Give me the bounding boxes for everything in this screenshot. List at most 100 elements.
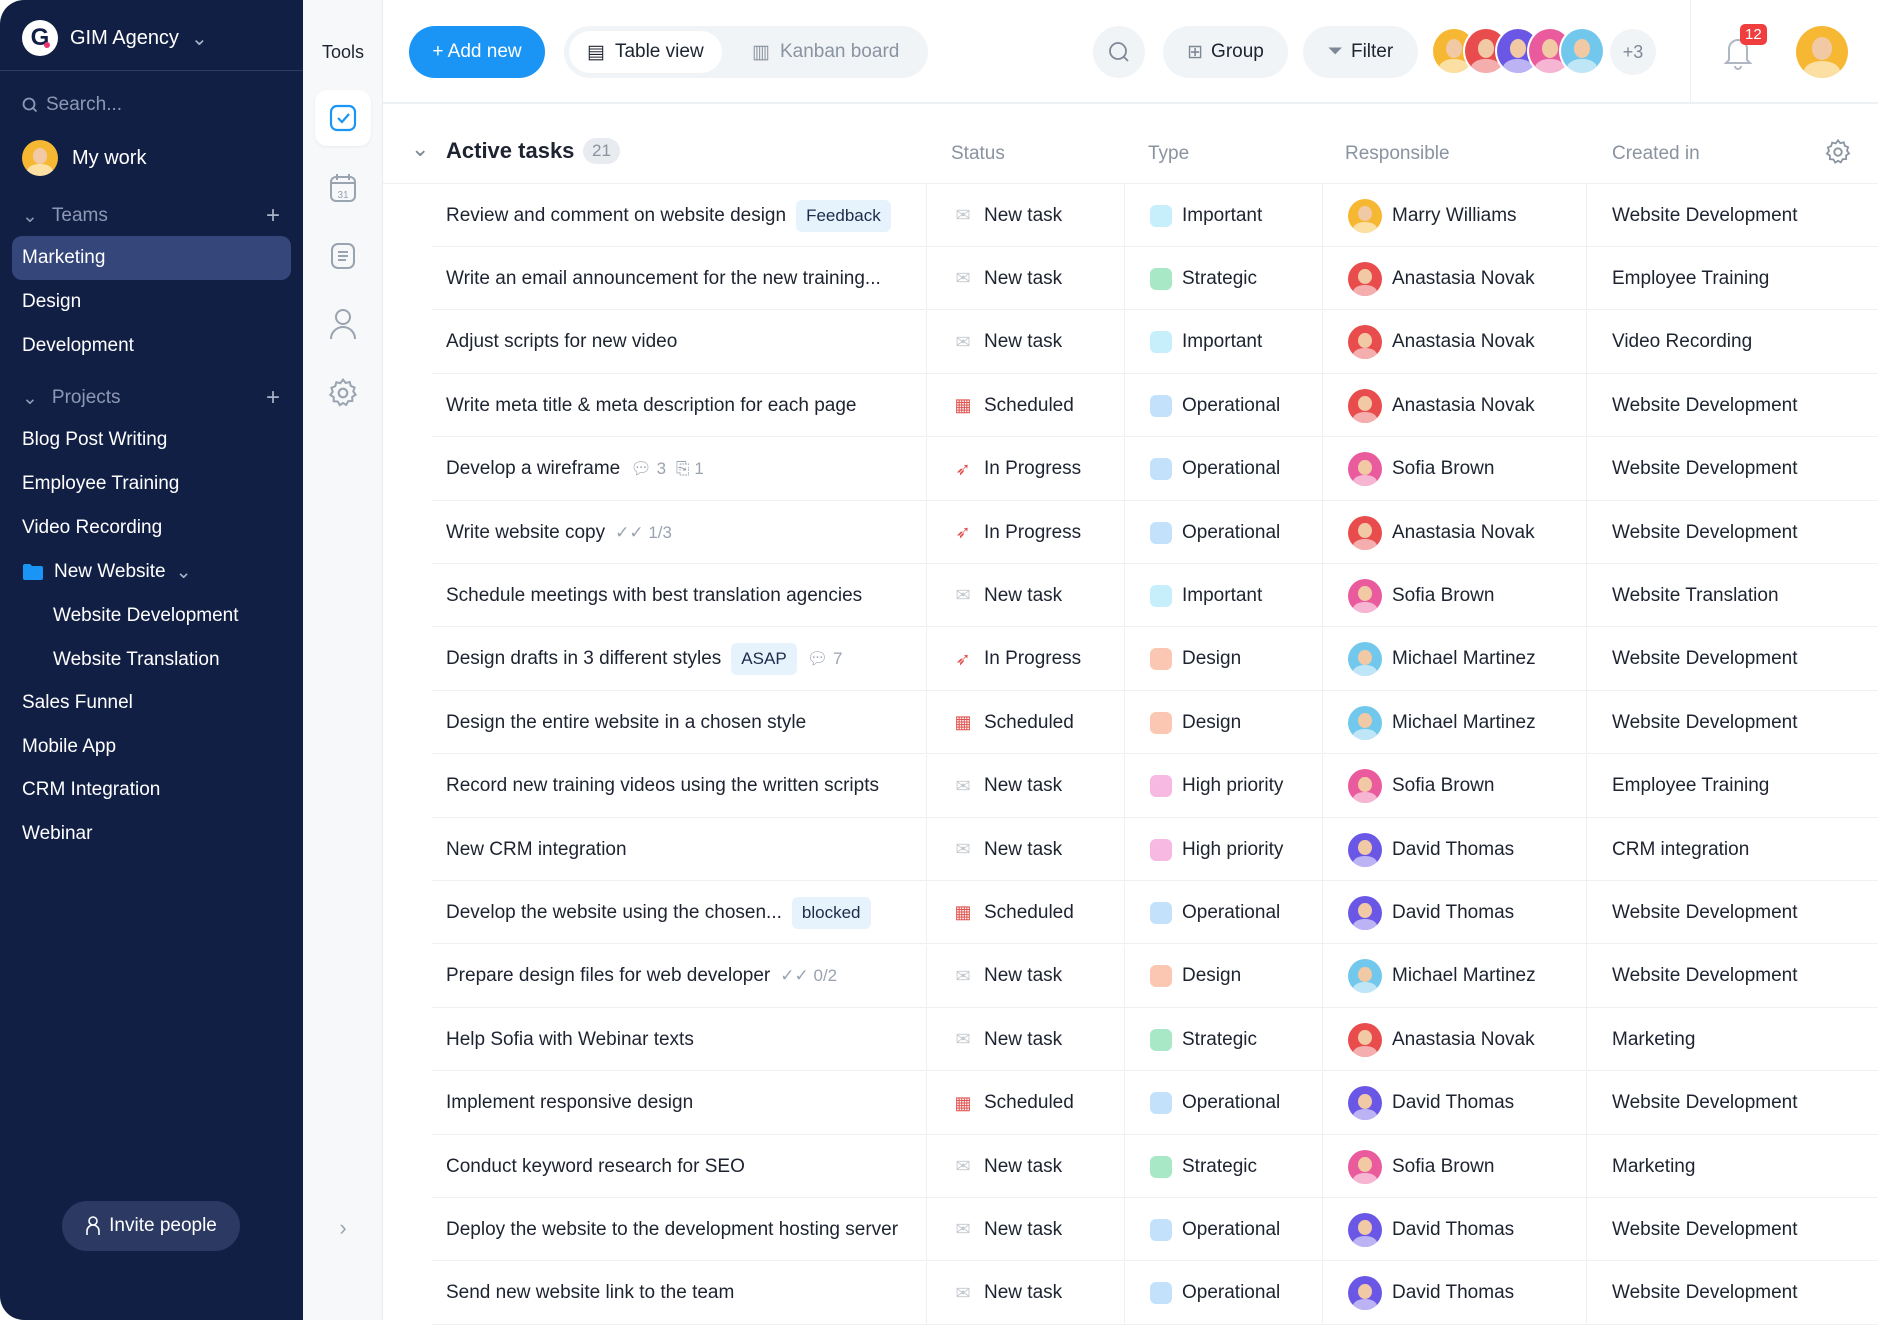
sidebar-folder-new-website[interactable]: New Website ⌄: [12, 550, 291, 594]
responsible-cell[interactable]: Michael Martinez: [1348, 628, 1536, 691]
responsible-cell[interactable]: Sofia Brown: [1348, 1135, 1494, 1198]
task-name-cell[interactable]: Prepare design files for web developer ✓✓…: [446, 945, 837, 1008]
status-cell[interactable]: ✉ New task: [952, 564, 1062, 627]
table-row[interactable]: Write an email announcement for the new …: [432, 247, 1878, 311]
responsible-cell[interactable]: Michael Martinez: [1348, 945, 1536, 1008]
table-row[interactable]: Design the entire website in a chosen st…: [432, 691, 1878, 755]
created-in-cell[interactable]: Marketing: [1612, 1008, 1695, 1071]
table-row[interactable]: New CRM integration ✉ New task High prior…: [432, 818, 1878, 881]
sidebar-item-crm-integration[interactable]: CRM Integration: [12, 768, 291, 812]
created-in-cell[interactable]: Website Development: [1612, 184, 1798, 247]
responsible-cell[interactable]: Anastasia Novak: [1348, 1008, 1535, 1071]
table-row[interactable]: Conduct keyword research for SEO ✉ New ta…: [432, 1135, 1878, 1198]
add-team-icon[interactable]: +: [266, 202, 280, 230]
tool-notes[interactable]: [315, 228, 371, 284]
projects-section-header[interactable]: ⌄ Projects +: [22, 384, 280, 412]
created-in-cell[interactable]: Website Translation: [1612, 564, 1779, 627]
add-project-icon[interactable]: +: [266, 384, 280, 412]
type-cell[interactable]: Operational: [1150, 438, 1280, 501]
status-cell[interactable]: ✉ New task: [952, 1135, 1062, 1198]
status-cell[interactable]: ✉ New task: [952, 1262, 1062, 1325]
type-cell[interactable]: Design: [1150, 945, 1241, 1008]
status-cell[interactable]: ▦ Scheduled: [952, 1072, 1073, 1135]
checklist-progress[interactable]: ✓✓ 0/2: [780, 966, 837, 986]
type-cell[interactable]: High priority: [1150, 755, 1283, 818]
responsible-cell[interactable]: Sofia Brown: [1348, 438, 1494, 501]
type-cell[interactable]: Operational: [1150, 374, 1280, 437]
status-cell[interactable]: ✉ New task: [952, 311, 1062, 374]
created-in-cell[interactable]: Video Recording: [1612, 311, 1752, 374]
responsible-cell[interactable]: Marry Williams: [1348, 184, 1517, 247]
created-in-cell[interactable]: Website Development: [1612, 691, 1798, 754]
sidebar-item-mobile-app[interactable]: Mobile App: [12, 725, 291, 769]
type-cell[interactable]: Design: [1150, 691, 1241, 754]
add-new-button[interactable]: + Add new: [409, 26, 545, 78]
column-header-type[interactable]: Type: [1148, 143, 1189, 165]
table-row[interactable]: Schedule meetings with best translation …: [432, 564, 1878, 628]
responsible-cell[interactable]: David Thomas: [1348, 1198, 1514, 1261]
comments-count[interactable]: 💬︎ 7: [807, 649, 843, 669]
task-name-cell[interactable]: Write an email announcement for the new …: [446, 247, 881, 310]
status-cell[interactable]: ✉ New task: [952, 1008, 1062, 1071]
responsible-cell[interactable]: David Thomas: [1348, 1262, 1514, 1325]
status-cell[interactable]: ➶ In Progress: [952, 501, 1081, 564]
member-avatars[interactable]: [1431, 27, 1605, 75]
created-in-cell[interactable]: Website Development: [1612, 374, 1798, 437]
checklist-progress[interactable]: ✓✓ 1/3: [615, 523, 672, 543]
tab-kanban-board[interactable]: ▥ Kanban board: [734, 31, 917, 73]
status-cell[interactable]: ✉ New task: [952, 1198, 1062, 1261]
sidebar-item-website-translation[interactable]: Website Translation: [12, 638, 291, 682]
tool-calendar[interactable]: 31: [315, 160, 371, 216]
responsible-cell[interactable]: Sofia Brown: [1348, 755, 1494, 818]
search-input[interactable]: Search...: [22, 94, 122, 116]
type-cell[interactable]: Operational: [1150, 881, 1280, 944]
status-cell[interactable]: ✉ New task: [952, 818, 1062, 881]
type-cell[interactable]: Important: [1150, 184, 1262, 247]
invite-people-button[interactable]: Invite people: [62, 1201, 240, 1251]
type-cell[interactable]: Strategic: [1150, 247, 1257, 310]
task-name-cell[interactable]: Implement responsive design: [446, 1072, 693, 1135]
status-cell[interactable]: ▦ Scheduled: [952, 691, 1073, 754]
table-row[interactable]: Review and comment on website design Feed…: [432, 184, 1878, 247]
status-cell[interactable]: ✉ New task: [952, 755, 1062, 818]
table-row[interactable]: Adjust scripts for new video ✉ New task I…: [432, 310, 1878, 374]
type-cell[interactable]: Operational: [1150, 1072, 1280, 1135]
sidebar-item-employee-training[interactable]: Employee Training: [12, 462, 291, 506]
task-name-cell[interactable]: Adjust scripts for new video: [446, 311, 677, 374]
responsible-cell[interactable]: Anastasia Novak: [1348, 311, 1535, 374]
table-row[interactable]: Help Sofia with Webinar texts ✉ New task …: [432, 1008, 1878, 1072]
created-in-cell[interactable]: Employee Training: [1612, 755, 1769, 818]
task-name-cell[interactable]: Schedule meetings with best translation …: [446, 564, 862, 627]
created-in-cell[interactable]: Website Development: [1612, 438, 1798, 501]
created-in-cell[interactable]: CRM integration: [1612, 818, 1749, 881]
my-work-link[interactable]: My work: [22, 140, 146, 176]
attachments-count[interactable]: ⎘ 1: [676, 459, 704, 479]
task-name-cell[interactable]: Design the entire website in a chosen st…: [446, 691, 806, 754]
status-cell[interactable]: ➶ In Progress: [952, 628, 1081, 691]
responsible-cell[interactable]: David Thomas: [1348, 818, 1514, 881]
table-row[interactable]: Prepare design files for web developer ✓✓…: [432, 944, 1878, 1008]
type-cell[interactable]: Strategic: [1150, 1135, 1257, 1198]
status-cell[interactable]: ✉ New task: [952, 945, 1062, 1008]
expand-rail-icon[interactable]: ›: [303, 1215, 383, 1241]
task-name-cell[interactable]: Conduct keyword research for SEO: [446, 1135, 745, 1198]
created-in-cell[interactable]: Website Development: [1612, 1198, 1798, 1261]
task-name-cell[interactable]: Record new training videos using the wri…: [446, 755, 879, 818]
table-row[interactable]: Write website copy ✓✓ 1/3 ➶ In Progress Op…: [432, 501, 1878, 564]
task-name-cell[interactable]: Send new website link to the team: [446, 1262, 734, 1325]
tab-table-view[interactable]: ▤ Table view: [569, 31, 722, 73]
status-cell[interactable]: ✉ New task: [952, 184, 1062, 247]
table-row[interactable]: Record new training videos using the wri…: [432, 754, 1878, 818]
column-header-created-in[interactable]: Created in: [1612, 143, 1700, 165]
tool-people[interactable]: [315, 296, 371, 352]
sidebar-item-video-recording[interactable]: Video Recording: [12, 506, 291, 550]
sidebar-item-development[interactable]: Development: [12, 324, 291, 368]
sidebar-item-design[interactable]: Design: [12, 280, 291, 324]
responsible-cell[interactable]: Anastasia Novak: [1348, 247, 1535, 310]
search-button[interactable]: [1093, 26, 1145, 78]
task-name-cell[interactable]: Write meta title & meta description for …: [446, 374, 856, 437]
column-header-responsible[interactable]: Responsible: [1345, 143, 1450, 165]
created-in-cell[interactable]: Marketing: [1612, 1135, 1695, 1198]
sidebar-item-webinar[interactable]: Webinar: [12, 812, 291, 856]
responsible-cell[interactable]: Sofia Brown: [1348, 564, 1494, 627]
